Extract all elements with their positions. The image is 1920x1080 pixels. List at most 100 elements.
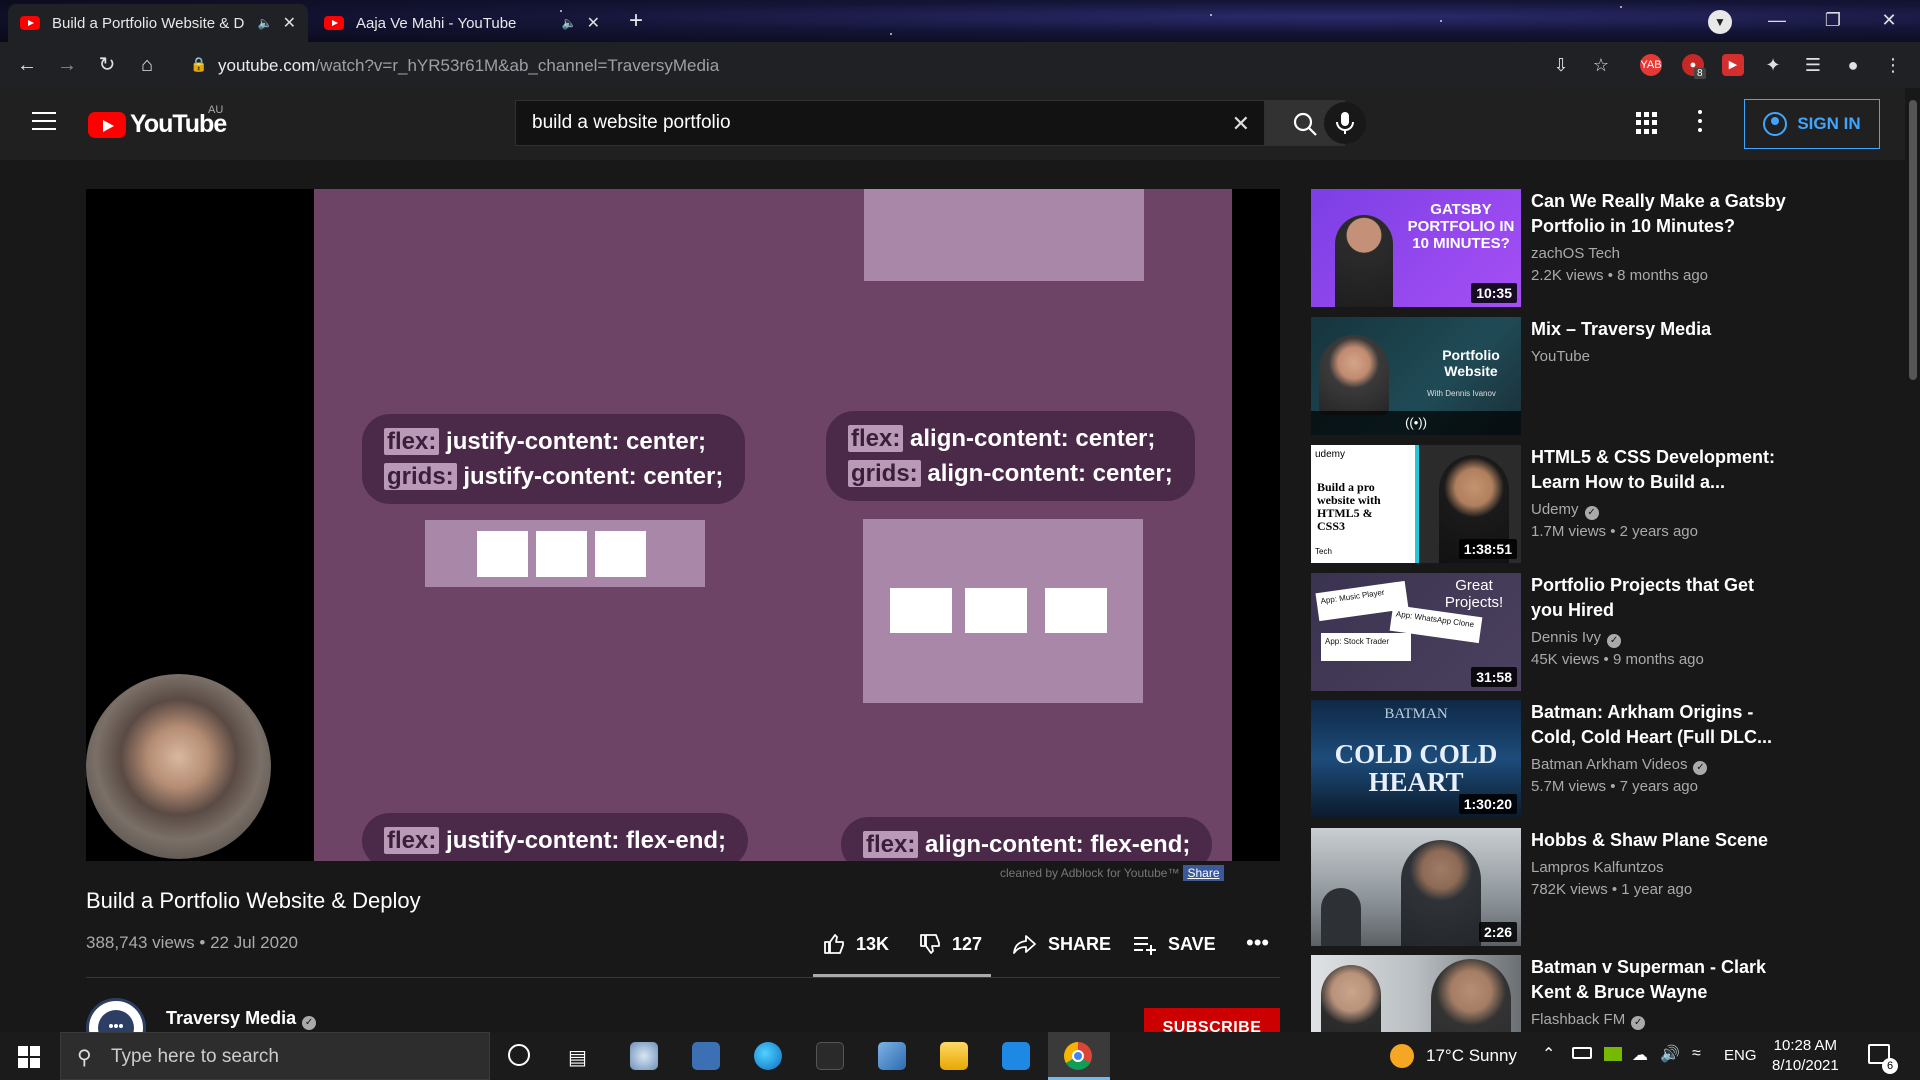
tab-portfolio-video[interactable]: Build a Portfolio Website & D 🔈 ✕: [8, 4, 308, 42]
recommendation-title[interactable]: HTML5 & CSS Development: Learn How to Bu…: [1531, 445, 1791, 495]
sign-in-button[interactable]: SIGN IN: [1744, 99, 1880, 149]
nvidia-icon[interactable]: [1604, 1047, 1622, 1061]
adblock-note: cleaned by Adblock for Youtube™ Share: [1000, 865, 1224, 881]
video-player[interactable]: flex: justify-content: center; grids: ju…: [86, 189, 1280, 861]
search-input[interactable]: [532, 101, 1172, 145]
remote-desktop-icon[interactable]: [878, 1042, 906, 1070]
video-thumbnail[interactable]: App: Music Player App: WhatsApp Clone Ap…: [1311, 573, 1521, 691]
recommendation-channel[interactable]: Lampros Kalfuntzos: [1531, 859, 1664, 876]
back-icon[interactable]: ←: [12, 50, 42, 80]
video-thumbnail[interactable]: GATSBY PORTFOLIO IN 10 MINUTES? 10:35: [1311, 189, 1521, 307]
recommendation-item[interactable]: BATMAN COLD COLD HEART 1:30:20 Batman: A…: [1311, 700, 1881, 818]
more-actions-icon[interactable]: •••: [1246, 930, 1269, 956]
recommendation-channel[interactable]: Udemy ✓: [1531, 501, 1599, 520]
install-icon[interactable]: ⇩: [1546, 50, 1576, 80]
video-thumbnail[interactable]: 2:26: [1311, 828, 1521, 946]
close-tab-icon[interactable]: ✕: [587, 13, 600, 33]
adblock-share-link[interactable]: Share: [1183, 865, 1224, 881]
recommendation-title[interactable]: Mix – Traversy Media: [1531, 317, 1791, 342]
home-icon[interactable]: ⌂: [132, 50, 162, 80]
speaker-icon[interactable]: 🔈: [562, 16, 577, 30]
weather-text[interactable]: 17°C Sunny: [1426, 1046, 1517, 1066]
speaker-icon[interactable]: 🔈: [258, 16, 273, 30]
calculator-app-icon[interactable]: [692, 1042, 720, 1070]
input-language[interactable]: ENG: [1724, 1047, 1757, 1064]
guide-menu-icon[interactable]: [32, 112, 56, 132]
clear-search-icon[interactable]: ✕: [1232, 111, 1250, 137]
windows-start-icon[interactable]: [18, 1046, 40, 1068]
recommendation-stats: 45K views • 9 months ago: [1531, 651, 1704, 668]
lock-icon[interactable]: 🔒: [190, 56, 207, 73]
recommendation-channel[interactable]: Flashback FM ✓: [1531, 1011, 1646, 1030]
edge-browser-icon[interactable]: [754, 1042, 782, 1070]
address-bar[interactable]: 🔒 youtube.com/watch?v=r_hYR53r61M&ab_cha…: [176, 48, 1546, 82]
bookmark-star-icon[interactable]: ☆: [1586, 50, 1616, 80]
reload-icon[interactable]: ↻: [92, 50, 122, 80]
scrollbar-thumb[interactable]: [1909, 100, 1917, 380]
recommendation-item[interactable]: udemy Build a pro website with HTML5 & C…: [1311, 445, 1881, 563]
recommendation-item[interactable]: Batman v Superman - Clark Kent & Bruce W…: [1311, 955, 1881, 1032]
recommendation-title[interactable]: Hobbs & Shaw Plane Scene: [1531, 828, 1791, 853]
channel-text: Dennis Ivy: [1531, 629, 1602, 646]
share-button[interactable]: SHARE: [1012, 932, 1111, 956]
chrome-taskbar-button[interactable]: [1048, 1032, 1110, 1080]
paint-app-icon[interactable]: [630, 1042, 658, 1070]
file-explorer-icon[interactable]: [940, 1042, 968, 1070]
close-window-icon[interactable]: ✕: [1866, 4, 1912, 36]
tab-aaja-ve-mahi[interactable]: Aaja Ve Mahi - YouTube 🔈 ✕: [312, 4, 612, 42]
recommendation-channel[interactable]: zachOS Tech: [1531, 245, 1620, 262]
recommendation-title[interactable]: Batman: Arkham Origins - Cold, Cold Hear…: [1531, 700, 1791, 750]
youtube-logo[interactable]: YouTube AU: [88, 104, 227, 139]
like-button[interactable]: 13K: [822, 932, 889, 956]
recommendation-title[interactable]: Batman v Superman - Clark Kent & Bruce W…: [1531, 955, 1791, 1005]
save-button[interactable]: SAVE: [1132, 932, 1216, 956]
extensions-puzzle-icon[interactable]: ✦: [1758, 50, 1788, 80]
wifi-icon[interactable]: ≈: [1692, 1045, 1701, 1063]
recommendation-channel[interactable]: Dennis Ivy ✓: [1531, 629, 1622, 648]
yab-extension-icon[interactable]: YAB: [1640, 54, 1662, 76]
task-view-icon[interactable]: ▤: [568, 1045, 587, 1070]
code-text: justify-content: flex-end;: [439, 827, 727, 854]
mix-thumbnail[interactable]: Portfolio Website With Dennis Ivanov ((•…: [1311, 317, 1521, 435]
page-scrollbar[interactable]: [1905, 88, 1920, 1032]
video-thumbnail[interactable]: BATMAN COLD COLD HEART 1:30:20: [1311, 700, 1521, 818]
video-thumbnail[interactable]: [1311, 955, 1521, 1032]
cortana-icon[interactable]: [508, 1044, 530, 1066]
recommendation-item[interactable]: Portfolio Website With Dennis Ivanov ((•…: [1311, 317, 1881, 435]
onedrive-icon[interactable]: ☁: [1632, 1045, 1648, 1065]
recommendation-title[interactable]: Can We Really Make a Gatsby Portfolio in…: [1531, 189, 1791, 239]
demo-item: [536, 531, 587, 577]
voice-search-button[interactable]: [1324, 102, 1366, 144]
tray-chevron-icon[interactable]: ⌃: [1542, 1044, 1555, 1064]
recommendation-channel[interactable]: Batman Arkham Videos ✓: [1531, 756, 1708, 775]
profile-icon[interactable]: ●: [1838, 50, 1868, 80]
youtube-apps-icon[interactable]: [1636, 112, 1658, 134]
recommendation-item[interactable]: 2:26 Hobbs & Shaw Plane Scene Lampros Ka…: [1311, 828, 1881, 946]
thumbnail-card: App: Stock Trader: [1321, 633, 1411, 661]
predator-sense-icon[interactable]: [816, 1042, 844, 1070]
recommendation-channel[interactable]: YouTube: [1531, 348, 1590, 365]
recommendation-item[interactable]: GATSBY PORTFOLIO IN 10 MINUTES? 10:35 Ca…: [1311, 189, 1881, 307]
video-thumbnail[interactable]: udemy Build a pro website with HTML5 & C…: [1311, 445, 1521, 563]
channel-name-text: Traversy Media: [166, 1008, 297, 1028]
chrome-menu-icon[interactable]: ⋮: [1878, 50, 1908, 80]
clock-date: 8/10/2021: [1772, 1057, 1839, 1074]
channel-name[interactable]: Traversy Media ✓: [166, 1008, 317, 1030]
video-extension-icon[interactable]: ▶: [1722, 54, 1744, 76]
battery-icon[interactable]: [1572, 1047, 1592, 1059]
restore-icon[interactable]: ❐: [1810, 4, 1856, 36]
forward-icon[interactable]: →: [52, 50, 82, 80]
taskbar-search-box[interactable]: ⚲ Type here to search: [60, 1032, 490, 1080]
dislike-button[interactable]: 127: [918, 932, 982, 956]
media-queue-icon[interactable]: ☰: [1798, 50, 1828, 80]
recommendation-title[interactable]: Portfolio Projects that Get you Hired: [1531, 573, 1791, 623]
vscode-icon[interactable]: [1002, 1042, 1030, 1070]
recommendation-item[interactable]: App: Music Player App: WhatsApp Clone Ap…: [1311, 573, 1881, 691]
tab-search-icon[interactable]: ▼: [1708, 10, 1732, 34]
taskbar-clock[interactable]: 10:28 AM 8/10/2021: [1772, 1036, 1839, 1076]
settings-more-icon[interactable]: [1698, 110, 1704, 137]
volume-icon[interactable]: 🔊: [1660, 1044, 1680, 1064]
minimize-icon[interactable]: —: [1754, 4, 1800, 36]
close-tab-icon[interactable]: ✕: [283, 13, 296, 33]
new-tab-button[interactable]: +: [620, 6, 652, 38]
